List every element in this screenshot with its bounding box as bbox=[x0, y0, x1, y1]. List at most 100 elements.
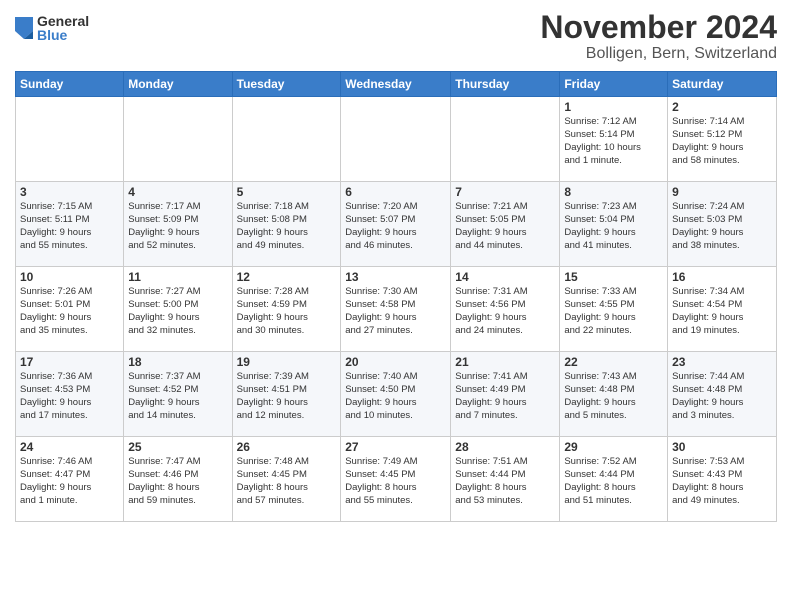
day-info: Sunrise: 7:12 AM Sunset: 5:14 PM Dayligh… bbox=[564, 116, 663, 167]
day-number: 25 bbox=[128, 440, 227, 454]
day-info: Sunrise: 7:47 AM Sunset: 4:46 PM Dayligh… bbox=[128, 456, 227, 507]
calendar-cell: 29 Sunrise: 7:52 AM Sunset: 4:44 PM Dayli… bbox=[560, 437, 668, 522]
day-number: 28 bbox=[455, 440, 555, 454]
calendar-table: Sunday Monday Tuesday Wednesday Thursday… bbox=[15, 71, 777, 522]
day-info: Sunrise: 7:27 AM Sunset: 5:00 PM Dayligh… bbox=[128, 286, 227, 337]
calendar-week-0: 1 Sunrise: 7:12 AM Sunset: 5:14 PM Daylig… bbox=[16, 97, 777, 182]
day-info: Sunrise: 7:43 AM Sunset: 4:48 PM Dayligh… bbox=[564, 371, 663, 422]
day-number: 4 bbox=[128, 185, 227, 199]
calendar-cell: 21 Sunrise: 7:41 AM Sunset: 4:49 PM Dayli… bbox=[451, 352, 560, 437]
day-info: Sunrise: 7:30 AM Sunset: 4:58 PM Dayligh… bbox=[345, 286, 446, 337]
logo-general-text: General bbox=[37, 14, 89, 28]
day-info: Sunrise: 7:15 AM Sunset: 5:11 PM Dayligh… bbox=[20, 201, 119, 252]
day-number: 2 bbox=[672, 100, 772, 114]
calendar-cell: 18Sunrise: 7:37 AM Sunset: 4:52 PM Dayli… bbox=[124, 352, 232, 437]
calendar-header: Sunday Monday Tuesday Wednesday Thursday… bbox=[16, 72, 777, 97]
calendar-cell: 19Sunrise: 7:39 AM Sunset: 4:51 PM Dayli… bbox=[232, 352, 341, 437]
day-info: Sunrise: 7:41 AM Sunset: 4:49 PM Dayligh… bbox=[455, 371, 555, 422]
calendar-cell: 28 Sunrise: 7:51 AM Sunset: 4:44 PM Dayli… bbox=[451, 437, 560, 522]
calendar-cell: 3Sunrise: 7:15 AM Sunset: 5:11 PM Daylig… bbox=[16, 182, 124, 267]
calendar-cell bbox=[451, 97, 560, 182]
day-number: 9 bbox=[672, 185, 772, 199]
day-number: 27 bbox=[345, 440, 446, 454]
day-info: Sunrise: 7:21 AM Sunset: 5:05 PM Dayligh… bbox=[455, 201, 555, 252]
calendar-cell: 10 Sunrise: 7:26 AM Sunset: 5:01 PM Dayli… bbox=[16, 267, 124, 352]
day-number: 13 bbox=[345, 270, 446, 284]
calendar-cell bbox=[124, 97, 232, 182]
calendar-cell bbox=[341, 97, 451, 182]
calendar-week-4: 24Sunrise: 7:46 AM Sunset: 4:47 PM Dayli… bbox=[16, 437, 777, 522]
day-number: 16 bbox=[672, 270, 772, 284]
day-number: 17 bbox=[20, 355, 119, 369]
calendar-cell bbox=[232, 97, 341, 182]
day-info: Sunrise: 7:40 AM Sunset: 4:50 PM Dayligh… bbox=[345, 371, 446, 422]
calendar-cell bbox=[16, 97, 124, 182]
day-number: 15 bbox=[564, 270, 663, 284]
calendar-cell: 6 Sunrise: 7:20 AM Sunset: 5:07 PM Daylig… bbox=[341, 182, 451, 267]
calendar-cell: 11 Sunrise: 7:27 AM Sunset: 5:00 PM Dayli… bbox=[124, 267, 232, 352]
day-number: 11 bbox=[128, 270, 227, 284]
calendar-cell: 7 Sunrise: 7:21 AM Sunset: 5:05 PM Daylig… bbox=[451, 182, 560, 267]
day-info: Sunrise: 7:26 AM Sunset: 5:01 PM Dayligh… bbox=[20, 286, 119, 337]
day-number: 21 bbox=[455, 355, 555, 369]
day-number: 5 bbox=[237, 185, 337, 199]
day-number: 29 bbox=[564, 440, 663, 454]
header: General Blue November 2024 Bolligen, Ber… bbox=[15, 10, 777, 63]
header-saturday: Saturday bbox=[668, 72, 777, 97]
day-info: Sunrise: 7:52 AM Sunset: 4:44 PM Dayligh… bbox=[564, 456, 663, 507]
day-info: Sunrise: 7:23 AM Sunset: 5:04 PM Dayligh… bbox=[564, 201, 663, 252]
day-info: Sunrise: 7:51 AM Sunset: 4:44 PM Dayligh… bbox=[455, 456, 555, 507]
day-number: 8 bbox=[564, 185, 663, 199]
calendar-cell: 2Sunrise: 7:14 AM Sunset: 5:12 PM Daylig… bbox=[668, 97, 777, 182]
header-wednesday: Wednesday bbox=[341, 72, 451, 97]
day-info: Sunrise: 7:17 AM Sunset: 5:09 PM Dayligh… bbox=[128, 201, 227, 252]
calendar-cell: 8 Sunrise: 7:23 AM Sunset: 5:04 PM Daylig… bbox=[560, 182, 668, 267]
day-info: Sunrise: 7:36 AM Sunset: 4:53 PM Dayligh… bbox=[20, 371, 119, 422]
calendar-cell: 22 Sunrise: 7:43 AM Sunset: 4:48 PM Dayli… bbox=[560, 352, 668, 437]
month-title: November 2024 bbox=[540, 10, 777, 45]
day-number: 14 bbox=[455, 270, 555, 284]
day-number: 20 bbox=[345, 355, 446, 369]
day-info: Sunrise: 7:33 AM Sunset: 4:55 PM Dayligh… bbox=[564, 286, 663, 337]
calendar-cell: 12 Sunrise: 7:28 AM Sunset: 4:59 PM Dayli… bbox=[232, 267, 341, 352]
calendar-cell: 15 Sunrise: 7:33 AM Sunset: 4:55 PM Dayli… bbox=[560, 267, 668, 352]
calendar-cell: 17 Sunrise: 7:36 AM Sunset: 4:53 PM Dayli… bbox=[16, 352, 124, 437]
page: General Blue November 2024 Bolligen, Ber… bbox=[0, 0, 792, 612]
day-info: Sunrise: 7:48 AM Sunset: 4:45 PM Dayligh… bbox=[237, 456, 337, 507]
header-sunday: Sunday bbox=[16, 72, 124, 97]
day-number: 7 bbox=[455, 185, 555, 199]
day-info: Sunrise: 7:37 AM Sunset: 4:52 PM Dayligh… bbox=[128, 371, 227, 422]
calendar-cell: 13 Sunrise: 7:30 AM Sunset: 4:58 PM Dayli… bbox=[341, 267, 451, 352]
calendar-cell: 25 Sunrise: 7:47 AM Sunset: 4:46 PM Dayli… bbox=[124, 437, 232, 522]
day-info: Sunrise: 7:20 AM Sunset: 5:07 PM Dayligh… bbox=[345, 201, 446, 252]
day-number: 30 bbox=[672, 440, 772, 454]
header-tuesday: Tuesday bbox=[232, 72, 341, 97]
calendar-cell: 14Sunrise: 7:31 AM Sunset: 4:56 PM Dayli… bbox=[451, 267, 560, 352]
calendar-cell: 9Sunrise: 7:24 AM Sunset: 5:03 PM Daylig… bbox=[668, 182, 777, 267]
calendar-week-3: 17 Sunrise: 7:36 AM Sunset: 4:53 PM Dayli… bbox=[16, 352, 777, 437]
calendar-cell: 5Sunrise: 7:18 AM Sunset: 5:08 PM Daylig… bbox=[232, 182, 341, 267]
logo-blue-text: Blue bbox=[37, 28, 89, 42]
day-number: 19 bbox=[237, 355, 337, 369]
calendar-cell: 27Sunrise: 7:49 AM Sunset: 4:45 PM Dayli… bbox=[341, 437, 451, 522]
day-number: 10 bbox=[20, 270, 119, 284]
day-number: 22 bbox=[564, 355, 663, 369]
day-number: 1 bbox=[564, 100, 663, 114]
day-number: 12 bbox=[237, 270, 337, 284]
calendar-cell: 24Sunrise: 7:46 AM Sunset: 4:47 PM Dayli… bbox=[16, 437, 124, 522]
header-thursday: Thursday bbox=[451, 72, 560, 97]
day-info: Sunrise: 7:46 AM Sunset: 4:47 PM Dayligh… bbox=[20, 456, 119, 507]
day-number: 23 bbox=[672, 355, 772, 369]
calendar-cell: 23Sunrise: 7:44 AM Sunset: 4:48 PM Dayli… bbox=[668, 352, 777, 437]
day-info: Sunrise: 7:28 AM Sunset: 4:59 PM Dayligh… bbox=[237, 286, 337, 337]
day-info: Sunrise: 7:53 AM Sunset: 4:43 PM Dayligh… bbox=[672, 456, 772, 507]
day-number: 26 bbox=[237, 440, 337, 454]
calendar-cell: 4 Sunrise: 7:17 AM Sunset: 5:09 PM Daylig… bbox=[124, 182, 232, 267]
calendar-body: 1 Sunrise: 7:12 AM Sunset: 5:14 PM Daylig… bbox=[16, 97, 777, 522]
calendar-cell: 20 Sunrise: 7:40 AM Sunset: 4:50 PM Dayli… bbox=[341, 352, 451, 437]
logo-icon bbox=[15, 17, 33, 39]
location: Bolligen, Bern, Switzerland bbox=[540, 45, 777, 63]
day-number: 6 bbox=[345, 185, 446, 199]
calendar-cell: 26 Sunrise: 7:48 AM Sunset: 4:45 PM Dayli… bbox=[232, 437, 341, 522]
title-area: November 2024 Bolligen, Bern, Switzerlan… bbox=[540, 10, 777, 63]
